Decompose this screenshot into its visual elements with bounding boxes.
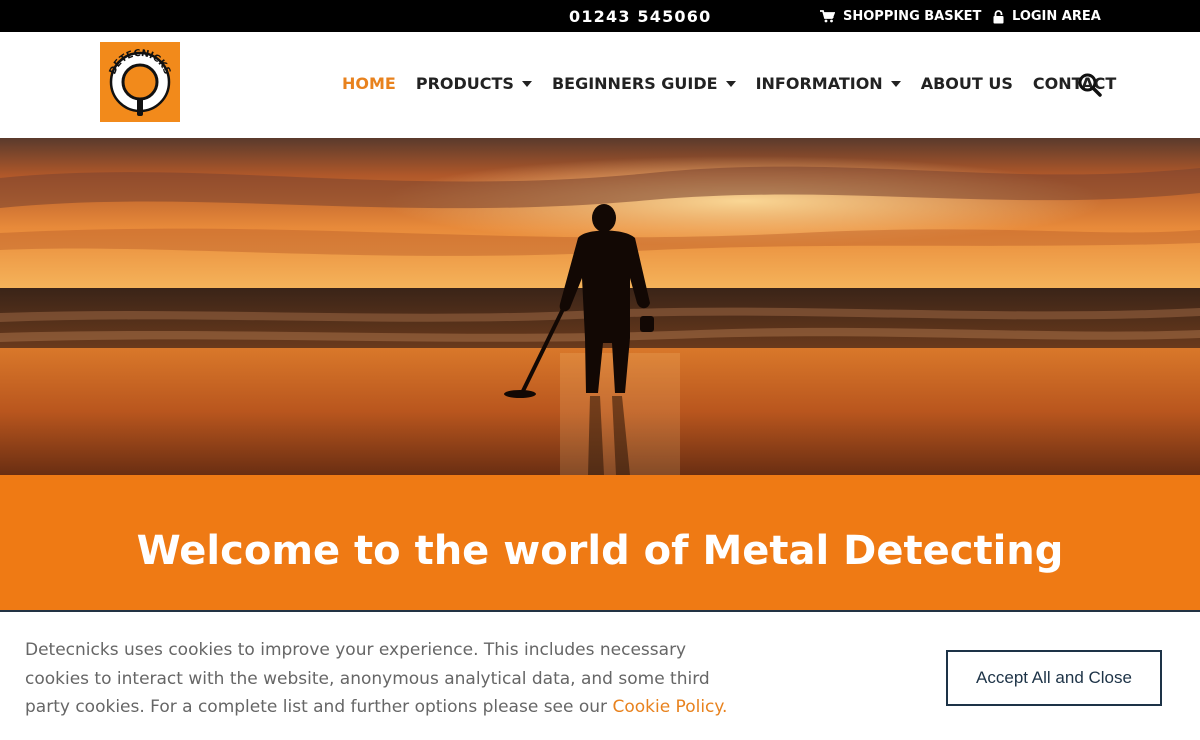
cookie-policy-link-suffix: . — [722, 697, 728, 717]
cart-icon — [820, 10, 835, 23]
caret-down-icon — [725, 80, 736, 87]
main-navigation: HOME PRODUCTS BEGINNERS GUIDE INFORMATIO… — [342, 74, 1116, 93]
shopping-basket-link[interactable]: SHOPPING BASKET — [820, 9, 981, 24]
cookie-policy-link[interactable]: Cookie Policy — [612, 697, 722, 717]
hero-sunset-illustration — [0, 138, 1200, 475]
login-area-link[interactable]: LOGIN AREA — [993, 9, 1101, 24]
nav-item-beginners-guide[interactable]: BEGINNERS GUIDE — [552, 74, 736, 93]
nav-item-about-us[interactable]: ABOUT US — [921, 74, 1013, 93]
nav-label-about-us: ABOUT US — [920, 74, 1013, 93]
cookie-consent-bar: Detecnicks uses cookies to improve your … — [0, 610, 1200, 740]
nav-item-home[interactable]: HOME — [342, 74, 396, 93]
caret-down-icon — [890, 80, 901, 87]
nav-label-beginners-guide: BEGINNERS GUIDE — [551, 74, 718, 93]
cookie-message: Detecnicks uses cookies to improve your … — [25, 636, 745, 722]
welcome-heading: Welcome to the world of Metal Detecting — [136, 528, 1064, 574]
login-area-label: LOGIN AREA — [1012, 9, 1101, 24]
search-icon — [1078, 73, 1102, 97]
nav-label-home: HOME — [342, 74, 396, 93]
logo-graphic: DETECNICKS — [100, 42, 180, 122]
nav-item-information[interactable]: INFORMATION — [756, 74, 901, 93]
accept-all-button[interactable]: Accept All and Close — [946, 650, 1162, 706]
site-header: DETECNICKS HOME PRODUCTS BEGINNERS GUIDE… — [0, 32, 1200, 138]
lock-icon — [993, 9, 1004, 23]
nav-label-information: INFORMATION — [755, 74, 883, 93]
nav-item-contact[interactable]: CONTACT — [1033, 74, 1116, 93]
shopping-basket-label: SHOPPING BASKET — [843, 9, 982, 24]
detecnicks-logo[interactable]: DETECNICKS — [100, 42, 180, 122]
search-button[interactable] — [1077, 72, 1103, 98]
cookie-message-text: Detecnicks uses cookies to improve your … — [25, 640, 710, 717]
hero-image — [0, 138, 1200, 475]
caret-down-icon — [521, 80, 532, 87]
nav-item-products[interactable]: PRODUCTS — [416, 74, 532, 93]
nav-label-contact: CONTACT — [1032, 74, 1117, 93]
top-bar: 01243 545060 SHOPPING BASKET LOGIN AREA — [0, 0, 1200, 32]
nav-label-products: PRODUCTS — [415, 74, 514, 93]
welcome-banner: Welcome to the world of Metal Detecting — [0, 475, 1200, 611]
phone-number[interactable]: 01243 545060 — [569, 7, 711, 26]
